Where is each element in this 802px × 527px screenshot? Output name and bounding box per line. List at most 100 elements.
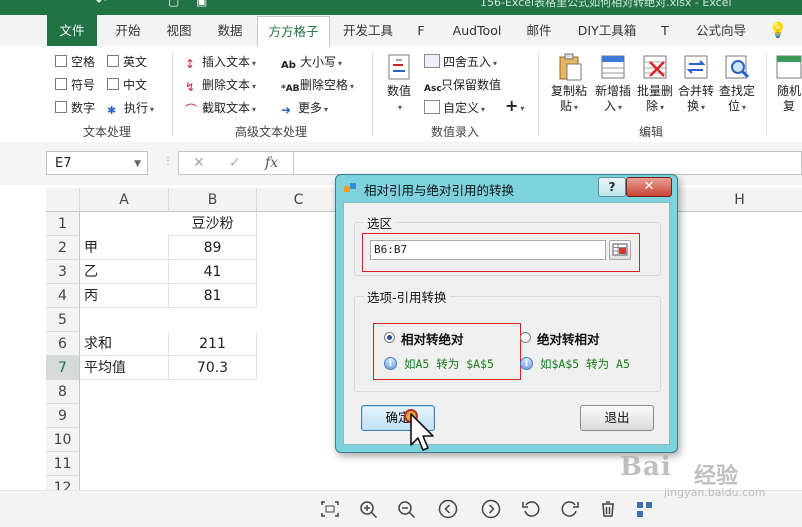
find-locate-button[interactable]: 查找定位 ▾ <box>714 52 760 115</box>
app-icon <box>344 183 356 192</box>
range-group-label: 选区 <box>364 213 396 232</box>
fx-icon[interactable]: fx <box>265 155 278 171</box>
delete-space-button[interactable]: *AB删除空格 ▾ <box>281 77 354 95</box>
tab-developer[interactable]: 开发工具 <box>336 15 400 46</box>
tab-data[interactable]: 数据 <box>209 15 251 46</box>
quick-access-icon[interactable]: ▣ <box>196 0 207 8</box>
option-absolute-to-relative-label[interactable]: 绝对转相对 <box>537 329 600 348</box>
radio-absolute-to-relative[interactable] <box>520 332 531 343</box>
rotate-right-icon[interactable] <box>559 499 581 519</box>
checkbox-chinese[interactable]: 中文 <box>107 77 147 93</box>
chevron-down-icon[interactable]: ▼ <box>134 152 141 176</box>
row-header-11[interactable]: 11 <box>46 452 80 476</box>
close-button[interactable]: ✕ <box>626 177 672 197</box>
cell-B2[interactable]: 89 <box>169 236 257 260</box>
column-header-B[interactable]: B <box>169 188 257 212</box>
row-header-8[interactable]: 8 <box>46 380 80 404</box>
select-all-corner[interactable] <box>46 188 80 212</box>
delete-space-label: 删除空格 <box>300 78 349 92</box>
tab-formula-wizard[interactable]: 公式向导 <box>690 15 752 46</box>
cell-B1[interactable]: 豆沙粉 <box>169 212 257 236</box>
row-header-9[interactable]: 9 <box>46 404 80 428</box>
find-locate-label: 查找定 <box>718 84 755 98</box>
row-header-10[interactable]: 10 <box>46 428 80 452</box>
random-button[interactable]: 随机复 <box>772 52 802 114</box>
row-header-4[interactable]: 4 <box>46 284 80 308</box>
batch-delete-button[interactable]: 批量删除 ▾ <box>632 52 678 115</box>
range-input[interactable]: B6:B7 <box>370 240 606 260</box>
tab-audtool[interactable]: AudTool <box>446 15 508 46</box>
cell-A3[interactable]: 乙 <box>80 260 169 284</box>
rotate-left-icon[interactable] <box>520 499 542 519</box>
zoom-out-icon[interactable] <box>396 499 418 519</box>
round-label: 四舍五入 <box>443 55 492 69</box>
checkbox-number[interactable]: 数字 <box>55 100 95 116</box>
random-icon <box>776 55 802 79</box>
extract-text-button[interactable]: ⌒ 截取文本 ▾ <box>185 100 256 118</box>
tab-home[interactable]: 开始 <box>107 15 149 46</box>
insert-rows-icon <box>601 55 625 79</box>
number-button[interactable]: 数值 ▾ <box>381 52 417 115</box>
check-icon[interactable]: ✓ <box>229 155 241 171</box>
row-header-2[interactable]: 2 <box>46 236 80 260</box>
column-header-H[interactable]: H <box>677 188 802 212</box>
cell-A4[interactable]: 丙 <box>80 284 169 308</box>
checkbox-symbol[interactable]: 符号 <box>55 77 95 93</box>
case-button[interactable]: Ab 大小写 ▾ <box>281 54 342 72</box>
name-box[interactable]: E7 ▼ <box>46 151 148 175</box>
row-header-12[interactable]: 12 <box>46 476 80 490</box>
cell-A6[interactable]: 求和 <box>80 332 169 356</box>
insert-new-button[interactable]: 新增插入 ▾ <box>590 52 636 115</box>
range-select-button[interactable] <box>609 240 631 260</box>
column-header-A[interactable]: A <box>80 188 169 212</box>
custom-button[interactable]: 自定义 ▾ <box>424 100 485 118</box>
tab-diy-toolbox[interactable]: DIY工具箱 <box>574 15 640 46</box>
cancel-icon[interactable]: ✕ <box>193 155 205 171</box>
keep-values-button[interactable]: Asc只保留数值 <box>424 77 501 94</box>
column-header-C[interactable]: C <box>257 188 341 212</box>
checkbox-english[interactable]: 英文 <box>107 54 147 70</box>
insert-text-button[interactable]: ↕ 插入文本 ▾ <box>185 54 256 72</box>
delete-text-button[interactable]: ↯ 删除文本 ▾ <box>185 77 256 95</box>
merge-convert-button[interactable]: 合并转换 ▾ <box>673 52 719 115</box>
tab-view[interactable]: 视图 <box>158 15 200 46</box>
tab-mail[interactable]: 邮件 <box>518 15 560 46</box>
more-button[interactable]: ➜ 更多 ▾ <box>281 100 328 118</box>
merge-icon <box>684 55 708 79</box>
row-header-6[interactable]: 6 <box>46 332 80 356</box>
tab-f[interactable]: F <box>410 15 432 46</box>
cell-B3[interactable]: 41 <box>169 260 257 284</box>
round-button[interactable]: 四舍五入 ▾ <box>424 54 497 72</box>
row-header-7[interactable]: 7 <box>46 356 80 380</box>
print-preview-icon[interactable]: ▢ <box>168 0 179 8</box>
plus-button[interactable]: + ▾ <box>505 98 524 117</box>
cell-B7[interactable]: 70.3 <box>169 356 257 380</box>
tab-file[interactable]: 文件 <box>47 15 97 46</box>
insert-text-label: 插入文本 <box>202 55 251 69</box>
radio-relative-to-absolute[interactable] <box>384 332 395 343</box>
cell-B6[interactable]: 211 <box>169 332 257 356</box>
previous-icon[interactable] <box>437 499 459 519</box>
copy-paste-button[interactable]: 复制粘贴 ▾ <box>546 52 592 115</box>
lightbulb-icon[interactable]: 💡 <box>766 15 790 46</box>
undo-icon[interactable]: ↶ <box>96 0 106 8</box>
cell-A7[interactable]: 平均值 <box>80 356 169 380</box>
number-label: 数值 <box>386 84 411 98</box>
option-relative-to-absolute-label[interactable]: 相对转绝对 <box>401 329 464 348</box>
fit-screen-icon[interactable] <box>319 499 341 519</box>
zoom-in-icon[interactable] <box>358 499 380 519</box>
exit-button[interactable]: 退出 <box>580 405 654 431</box>
next-icon[interactable] <box>480 499 502 519</box>
row-header-5[interactable]: 5 <box>46 308 80 332</box>
formula-input[interactable] <box>294 151 802 175</box>
help-button[interactable]: ? <box>598 177 626 197</box>
cell-B4[interactable]: 81 <box>169 284 257 308</box>
tab-t[interactable]: T <box>654 15 676 46</box>
group-label-text: 文本处理 <box>82 125 131 139</box>
row-header-1[interactable]: 1 <box>46 212 80 236</box>
cell-A2[interactable]: 甲 <box>80 236 169 260</box>
tab-fangfangezi[interactable]: 方方格子 <box>257 16 330 48</box>
checkbox-space[interactable]: 空格 <box>55 54 95 70</box>
row-header-3[interactable]: 3 <box>46 260 80 284</box>
execute-button[interactable]: ✱ 执行 ▾ <box>107 100 154 118</box>
